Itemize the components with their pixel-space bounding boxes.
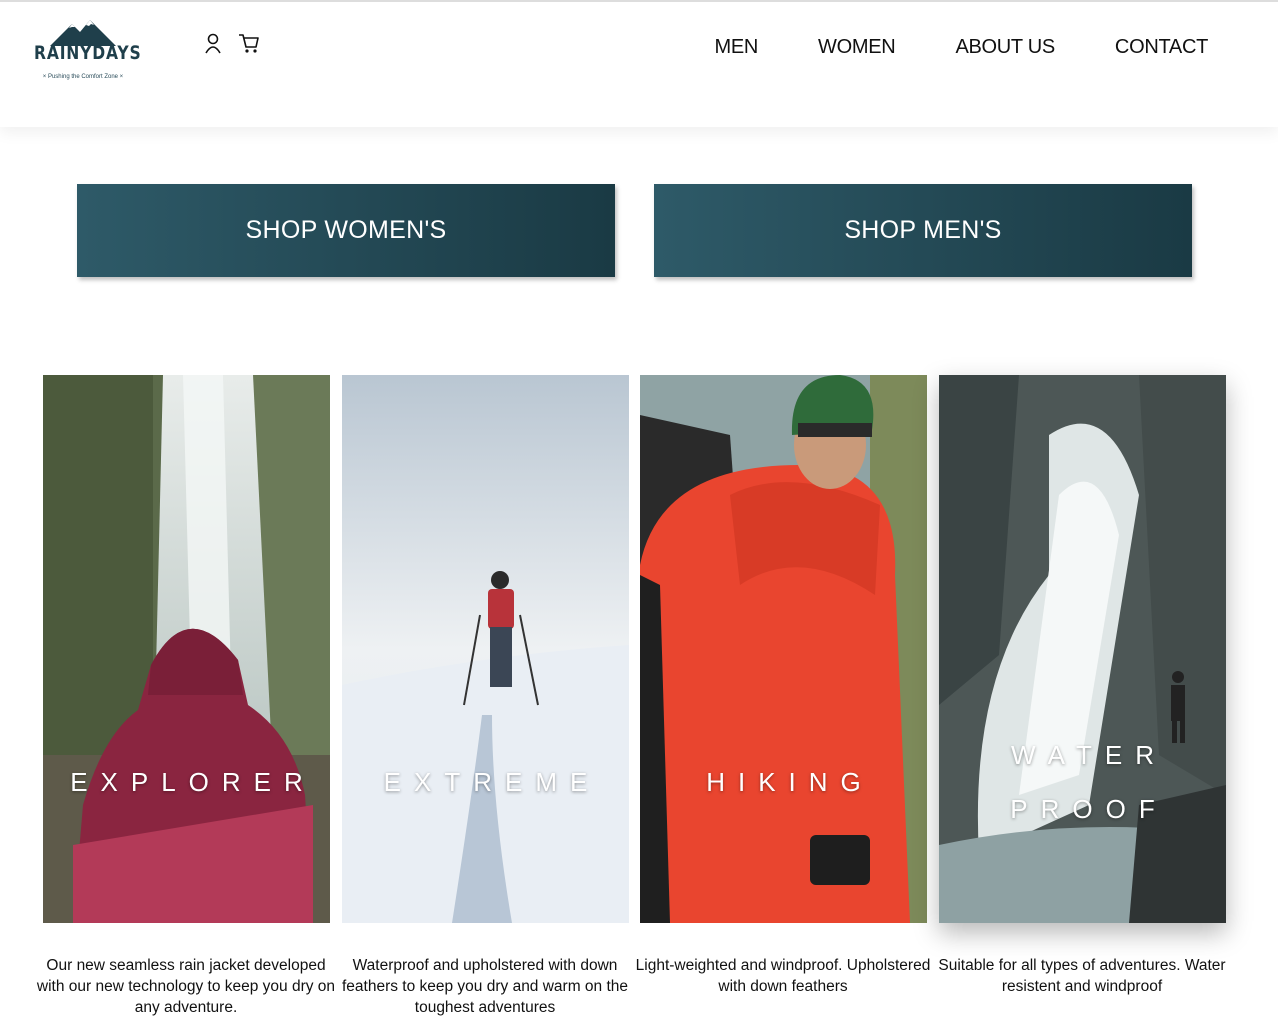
waterproof-card[interactable]: WATER PROOF [939,375,1226,923]
rainydays-logo[interactable]: RAINYDAYS × Pushing the Comfort Zone × [34,20,142,90]
nav-men[interactable]: MEN [715,36,759,59]
hiking-title: HIKING [706,767,874,797]
main-nav: MEN WOMEN ABOUT US CONTACT [715,36,1209,59]
cart-icon[interactable] [238,32,259,54]
hiking-card[interactable]: HIKING [640,375,927,923]
nav-women[interactable]: WOMEN [818,36,896,59]
extreme-card[interactable]: EXTREME [342,375,629,923]
explorer-title: EXPLORER [70,767,316,797]
hiking-image [640,375,927,923]
explorer-image [43,375,330,923]
waterproof-title-line1: WATER [1011,740,1167,770]
user-icon[interactable] [204,32,224,54]
hiking-description: Light-weighted and windproof. Upholstere… [635,957,931,995]
waterproof-image [939,375,1226,923]
explorer-card[interactable]: EXPLORER [43,375,330,923]
extreme-title: EXTREME [383,767,601,797]
extreme-image [342,375,629,923]
nav-about-us[interactable]: ABOUT US [955,36,1055,59]
waterproof-title-line2: PROOF [1010,794,1168,824]
shop-womens-button[interactable]: SHOP WOMEN'S [77,184,615,277]
brand-name: RAINYDAYS [34,42,142,64]
waterproof-description: Suitable for all types of adventures. Wa… [938,957,1226,995]
site-header: RAINYDAYS × Pushing the Comfort Zone × M… [0,0,1278,127]
extreme-description: Waterproof and upholstered with down fea… [341,957,629,1016]
shop-mens-button[interactable]: SHOP MEN'S [654,184,1192,277]
explorer-description: Our new seamless rain jacket developed w… [36,957,336,1016]
nav-contact[interactable]: CONTACT [1115,36,1208,59]
header-icons [204,32,259,54]
brand-tagline: × Pushing the Comfort Zone × [42,74,124,80]
